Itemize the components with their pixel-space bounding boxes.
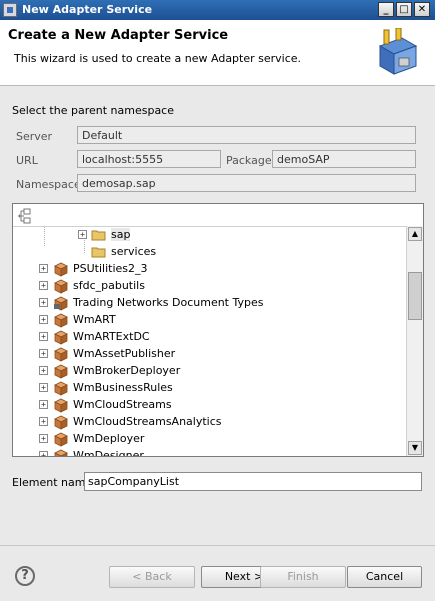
tree-node-trading-networks[interactable]: + Trading Networks Document Types xyxy=(13,295,406,312)
package-icon xyxy=(54,364,68,379)
package-icon xyxy=(54,347,68,362)
expand-icon[interactable]: + xyxy=(39,417,48,426)
tree-node-wmdeployer[interactable]: + WmDeployer xyxy=(13,431,406,448)
tree-node-psutilities[interactable]: + PSUtilities2_3 xyxy=(13,261,406,278)
tree-node-wmart[interactable]: + WmART xyxy=(13,312,406,329)
url-field: localhost:5555 xyxy=(77,150,221,168)
tree-node-wmbusinessrules[interactable]: + WmBusinessRules xyxy=(13,380,406,397)
tree-node-label: sap xyxy=(111,228,131,241)
package-icon xyxy=(54,262,68,277)
package-icon xyxy=(54,415,68,430)
tree-node-label: WmBrokerDeployer xyxy=(73,364,181,377)
maximize-button[interactable]: □ xyxy=(396,2,412,17)
server-field: Default xyxy=(77,126,416,144)
tree-node-label: sfdc_pabutils xyxy=(73,279,145,292)
tree-node-label: WmCloudStreamsAnalytics xyxy=(73,415,222,428)
package-icon xyxy=(54,330,68,345)
package-icon xyxy=(54,279,68,294)
package-icon xyxy=(54,313,68,328)
tree-node-label: WmDeployer xyxy=(73,432,145,445)
scrollbar-thumb[interactable] xyxy=(408,272,422,320)
url-label: URL xyxy=(16,154,38,167)
expand-icon[interactable]: + xyxy=(39,400,48,409)
folder-icon xyxy=(91,230,106,241)
expand-icon[interactable]: + xyxy=(39,383,48,392)
namespace-field: demosap.sap xyxy=(77,174,416,192)
help-icon[interactable]: ? xyxy=(15,566,35,586)
tree-node-label: WmBusinessRules xyxy=(73,381,173,394)
element-name-input[interactable] xyxy=(84,472,422,491)
footer-separator xyxy=(0,545,435,546)
folder-icon xyxy=(91,247,106,258)
wizard-header: Create a New Adapter Service This wizard… xyxy=(0,20,435,86)
wizard-title: Create a New Adapter Service xyxy=(8,28,229,43)
cancel-button[interactable]: Cancel xyxy=(347,566,422,588)
package-icon xyxy=(54,432,68,447)
tree-node-wmartextdc[interactable]: + WmARTExtDC xyxy=(13,329,406,346)
expand-icon[interactable]: + xyxy=(39,315,48,324)
wizard-description: This wizard is used to create a new Adap… xyxy=(14,52,302,65)
window-title: New Adapter Service xyxy=(22,3,153,16)
expand-icon[interactable]: + xyxy=(39,264,48,273)
collapse-all-icon[interactable] xyxy=(17,208,33,224)
tree-node-wmbrokerdeployer[interactable]: + WmBrokerDeployer xyxy=(13,363,406,380)
namespace-label: Namespace xyxy=(16,178,81,191)
tree-node-label: WmCloudStreams xyxy=(73,398,172,411)
tree-node-wmassetpublisher[interactable]: + WmAssetPublisher xyxy=(13,346,406,363)
expand-icon[interactable]: + xyxy=(39,366,48,375)
tree-node-label: WmARTExtDC xyxy=(73,330,150,343)
expand-icon[interactable]: + xyxy=(39,298,48,307)
tree-node-wmdesigner[interactable]: + WmDesigner xyxy=(13,448,406,457)
tree-node-label: Trading Networks Document Types xyxy=(73,296,264,309)
close-button[interactable]: ✕ xyxy=(414,2,430,17)
namespace-tree[interactable]: + sap services + PSUtilities2_3 + sfdc_p… xyxy=(12,203,424,457)
tree-node-label: WmAssetPublisher xyxy=(73,347,176,360)
server-label: Server xyxy=(16,130,53,143)
tree-node-label: services xyxy=(111,245,157,258)
package-icon xyxy=(54,381,68,396)
element-name-label: Element name xyxy=(12,476,93,489)
adapter-plug-icon xyxy=(378,28,418,75)
expand-icon[interactable]: + xyxy=(39,281,48,290)
window-title-bar: New Adapter Service _ □ ✕ xyxy=(0,0,435,20)
tree-node-sap[interactable]: + sap xyxy=(13,227,406,244)
tree-node-sfdc-pabutils[interactable]: + sfdc_pabutils xyxy=(13,278,406,295)
parent-namespace-label: Select the parent namespace xyxy=(12,104,174,117)
minimize-button[interactable]: _ xyxy=(378,2,394,17)
tree-node-wmcloudstreamsanalytics[interactable]: + WmCloudStreamsAnalytics xyxy=(13,414,406,431)
expand-icon[interactable]: + xyxy=(78,230,87,239)
tree-node-wmcloudstreams[interactable]: + WmCloudStreams xyxy=(13,397,406,414)
tree-node-label: WmDesigner xyxy=(73,449,144,457)
expand-icon[interactable]: + xyxy=(39,349,48,358)
app-icon xyxy=(3,3,17,17)
expand-icon[interactable]: + xyxy=(39,451,48,456)
back-button[interactable]: < Back xyxy=(109,566,195,588)
package-label: Package xyxy=(226,154,272,167)
tree-node-label: WmART xyxy=(73,313,116,326)
expand-icon[interactable]: + xyxy=(39,332,48,341)
locked-package-icon xyxy=(54,296,68,311)
expand-icon[interactable]: + xyxy=(39,434,48,443)
tree-node-services[interactable]: services xyxy=(13,244,406,261)
tree-vertical-scrollbar[interactable]: ▲ ▼ xyxy=(406,226,423,456)
scroll-up-arrow-icon[interactable]: ▲ xyxy=(408,227,422,241)
package-icon xyxy=(54,449,68,456)
package-field: demoSAP xyxy=(272,150,416,168)
tree-node-label: PSUtilities2_3 xyxy=(73,262,148,275)
package-icon xyxy=(54,398,68,413)
finish-button[interactable]: Finish xyxy=(260,566,346,588)
scroll-down-arrow-icon[interactable]: ▼ xyxy=(408,441,422,455)
